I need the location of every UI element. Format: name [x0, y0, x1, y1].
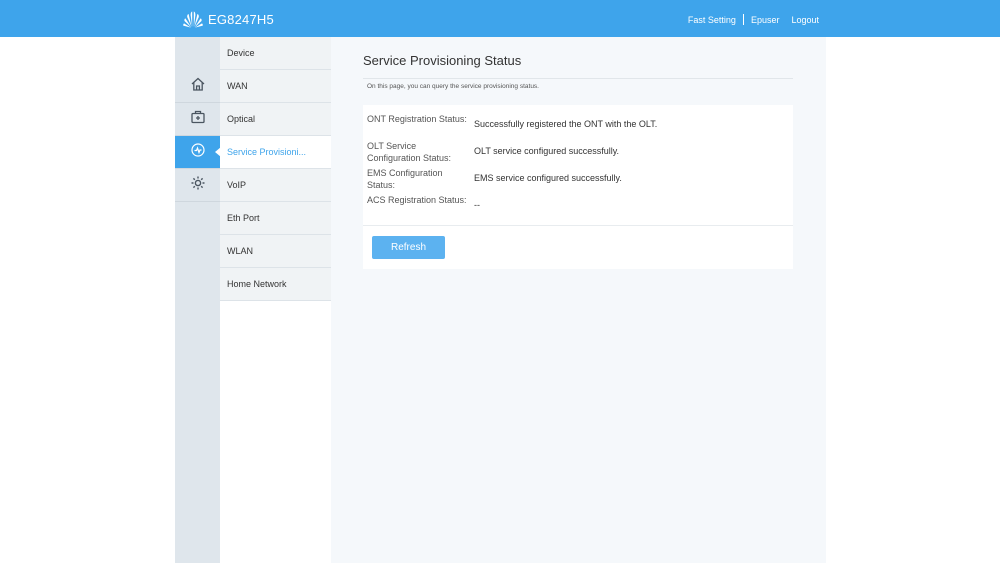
rail-item-maintenance[interactable]	[175, 103, 220, 136]
status-row: OLT Service Configuration Status: OLT se…	[363, 138, 793, 165]
status-label: EMS Configuration Status:	[367, 168, 443, 190]
page-title: Service Provisioning Status	[363, 53, 522, 68]
status-label: ONT Registration Status:	[367, 114, 467, 124]
rail-item-home[interactable]	[175, 70, 220, 103]
page-description: On this page, you can query the service …	[367, 83, 539, 90]
status-label: ACS Registration Status:	[367, 195, 467, 205]
diagnostics-icon	[190, 142, 206, 163]
header-links: Fast Setting Epuser Logout	[688, 14, 819, 25]
device-model-name: EG8247H5	[208, 11, 274, 27]
submenu-item-voip[interactable]: VoIP	[220, 169, 331, 202]
toolbox-icon	[190, 109, 206, 130]
status-row: ACS Registration Status: --	[363, 192, 793, 219]
huawei-logo-icon	[182, 10, 204, 28]
fast-setting-link[interactable]: Fast Setting	[688, 15, 736, 25]
submenu-item-optical[interactable]: Optical	[220, 103, 331, 136]
status-row: EMS Configuration Status: EMS service co…	[363, 165, 793, 192]
rail-item-settings[interactable]	[175, 169, 220, 202]
logout-link[interactable]: Logout	[791, 15, 819, 25]
submenu-item-wan[interactable]: WAN	[220, 70, 331, 103]
submenu-item-wlan[interactable]: WLAN	[220, 235, 331, 268]
refresh-button[interactable]: Refresh	[372, 236, 445, 259]
brand-logo[interactable]: EG8247H5	[182, 9, 274, 29]
header-link-separator	[742, 14, 744, 25]
status-row: ONT Registration Status: Successfully re…	[363, 111, 793, 138]
user-account-link[interactable]: Epuser	[751, 15, 780, 25]
panel-divider	[363, 225, 793, 226]
icon-navigation-rail	[175, 37, 221, 563]
submenu-item-home-network[interactable]: Home Network	[220, 268, 331, 301]
main-content: Service Provisioning Status On this page…	[331, 37, 826, 563]
status-value: --	[474, 200, 480, 210]
status-value: OLT service configured successfully.	[474, 146, 620, 156]
submenu-item-device[interactable]: Device	[220, 37, 331, 70]
submenu-item-eth-port[interactable]: Eth Port	[220, 202, 331, 235]
rail-item-diagnostics[interactable]	[175, 136, 221, 169]
gear-icon	[190, 175, 206, 196]
status-value: Successfully registered the ONT with the…	[474, 119, 658, 129]
status-panel: ONT Registration Status: Successfully re…	[363, 105, 793, 269]
submenu-item-service-provisioning[interactable]: Service Provisioni...	[220, 136, 331, 169]
status-label: OLT Service Configuration Status:	[367, 141, 452, 163]
title-divider	[363, 78, 793, 79]
status-submenu: Device WAN Optical Service Provisioni...…	[220, 37, 331, 563]
home-icon	[190, 76, 206, 97]
status-value: EMS service configured successfully.	[474, 173, 622, 183]
top-header-bar: EG8247H5 Fast Setting Epuser Logout	[0, 0, 1000, 37]
